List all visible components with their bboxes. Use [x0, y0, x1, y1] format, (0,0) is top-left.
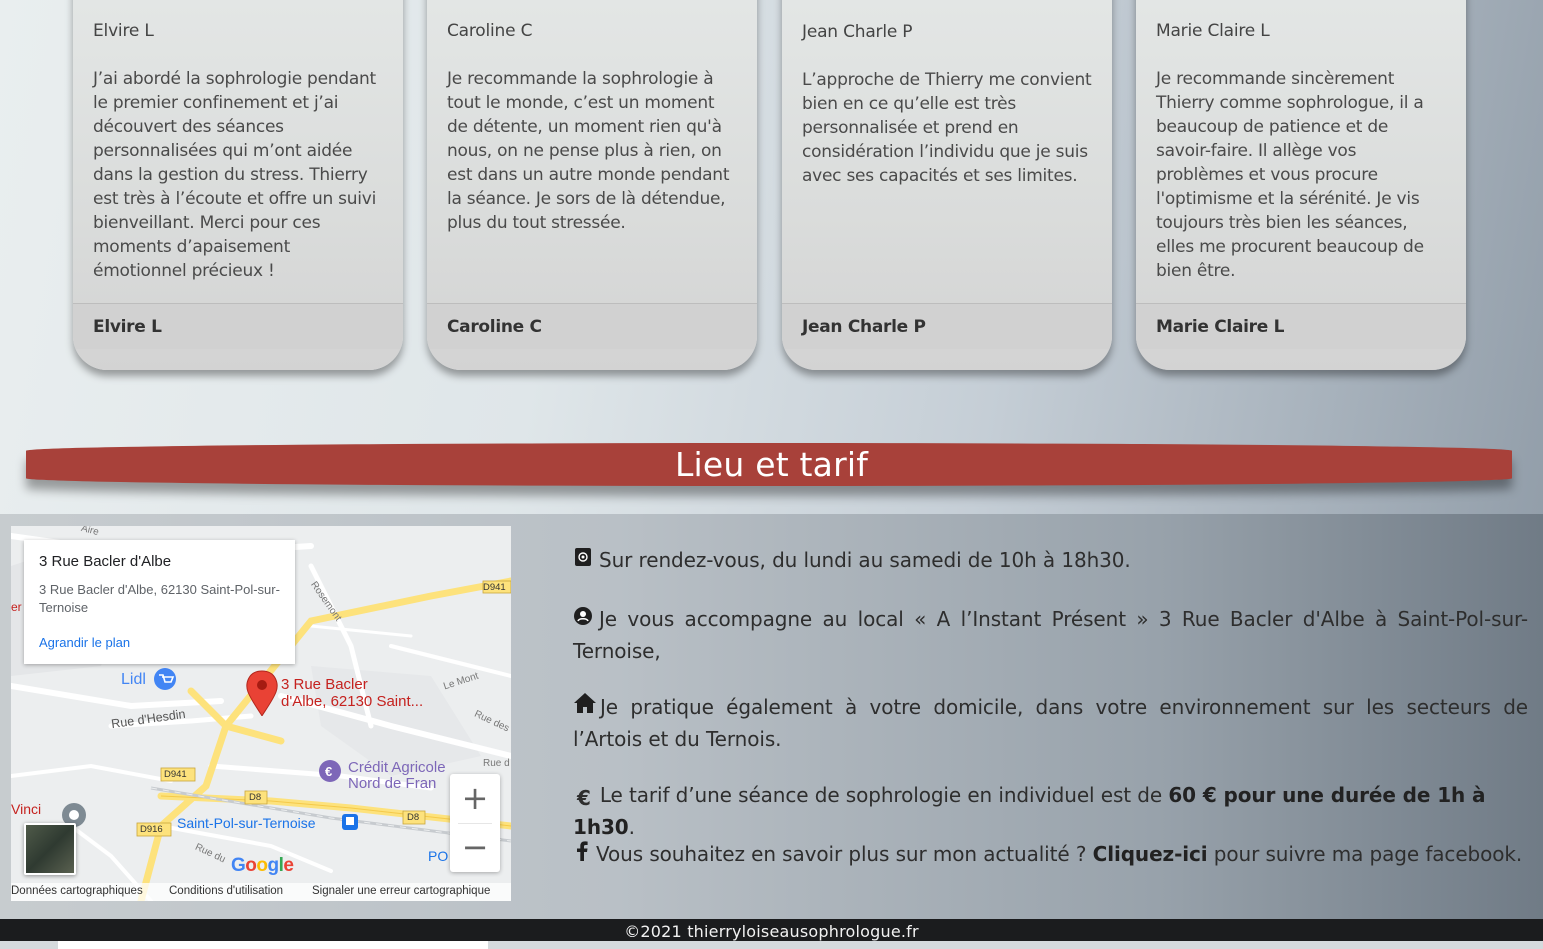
testimonial-card: Elvire L J’ai abordé la sophrologie pend… [73, 0, 403, 370]
testimonial-card: Caroline C Je recommande la sophrologie … [427, 0, 757, 370]
location-section: € D941 D941 D8 D8 D916 Lidl Rue d'Hesdin… [0, 514, 1543, 919]
testimonial-author: Marie Claire L [1156, 317, 1285, 337]
testimonial-footer: Marie Claire L [1136, 303, 1466, 349]
map-poi-label: Vinci [11, 801, 42, 817]
map-marker-line: d'Albe, 62130 Saint... [281, 693, 424, 710]
testimonial-footer: Caroline C [427, 303, 757, 349]
info-price-text: Le tarif d’une séance de sophrologie en … [599, 783, 1169, 807]
section-title: Lieu et tarif [674, 445, 869, 484]
map-road-label: D8 [249, 792, 262, 803]
zoom-in-button[interactable]: + [450, 774, 500, 823]
map-data-link[interactable]: Données cartographiques [11, 885, 143, 897]
map-report-link[interactable]: Signaler une erreur cartographique [312, 885, 490, 897]
map-terms-link[interactable]: Conditions d'utilisation [169, 885, 283, 897]
map-road-label: D941 [483, 582, 506, 593]
testimonial-card: Jean Charle P L’approche de Thierry me c… [782, 0, 1112, 370]
testimonial-author-top: Caroline C [447, 21, 533, 41]
info-facebook-end: pour suivre ma page facebook. [1207, 842, 1523, 866]
testimonial-footer: Elvire L [73, 303, 403, 349]
map-place-label: Saint-Pol-sur-Ternoise [177, 815, 316, 831]
testimonial-author-top: Elvire L [93, 21, 154, 41]
map-info-card: 3 Rue Bacler d'Albe 3 Rue Bacler d'Albe,… [24, 540, 295, 664]
info-home-text: Je pratique également à votre domicile, … [573, 695, 1528, 751]
map-info-title: 3 Rue Bacler d'Albe [39, 553, 172, 570]
testimonial-author-top: Marie Claire L [1156, 21, 1270, 41]
map-marker-line: 3 Rue Bacler [281, 676, 368, 693]
map-marker-label: 3 Rue Bacler d'Albe, 62130 Saint... [281, 676, 423, 710]
testimonial-card: Marie Claire L Je recommande sincèrement… [1136, 0, 1466, 370]
map-road-label: D941 [164, 769, 187, 780]
info-hours: Sur rendez-vous, du lundi au samedi de 1… [573, 545, 1528, 577]
site-footer: ©2021 thierryloiseausophrologue.fr [0, 919, 1543, 941]
info-location: Je vous accompagne au local « A l’Instan… [573, 604, 1528, 666]
info-price: € Le tarif d’une séance de sophrologie en… [573, 780, 1528, 842]
svg-text:€: € [325, 764, 332, 779]
testimonial-author-top: Jean Charle P [802, 22, 913, 42]
page-bottom-panel [58, 941, 488, 949]
google-map[interactable]: € D941 D941 D8 D8 D916 Lidl Rue d'Hesdin… [11, 526, 511, 901]
satellite-toggle-button[interactable] [24, 823, 76, 875]
info-facebook: Vous souhaitez en savoir plus sur mon ac… [573, 839, 1528, 871]
testimonial-author: Jean Charle P [802, 317, 926, 337]
map-poi-line: Crédit Agricole [348, 759, 446, 776]
map-zoom-controls: + − [450, 774, 500, 872]
info-home: Je pratique également à votre domicile, … [573, 692, 1528, 754]
enlarge-map-link[interactable]: Agrandir le plan [39, 635, 130, 650]
info-price-end: . [628, 814, 635, 839]
map-poi-line: Nord de Fran [348, 775, 437, 792]
map-poi-label: PO [428, 848, 449, 864]
testimonial-text: L’approche de Thierry me convient bien e… [802, 70, 1092, 186]
map-info-address: 3 Rue Bacler d'Albe, 62130 Saint-Pol-sur… [39, 582, 280, 615]
map-road-label: D916 [140, 824, 163, 835]
map-footer: Données cartographiques Conditions d'uti… [11, 883, 511, 901]
zoom-out-button[interactable]: − [450, 823, 500, 872]
map-poi-label: er [11, 600, 22, 614]
map-poi-label: Crédit Agricole Nord de Fran [348, 760, 446, 792]
location-pin-icon [573, 604, 593, 634]
info-hours-text: Sur rendez-vous, du lundi au samedi de 1… [599, 548, 1131, 572]
testimonial-footer: Jean Charle P [782, 303, 1112, 349]
email-icon [573, 545, 593, 575]
facebook-link[interactable]: Cliquez-ici [1093, 842, 1208, 866]
facebook-icon [576, 839, 588, 869]
testimonial-author: Caroline C [447, 317, 542, 337]
testimonial-text: Je recommande sincèrement Thierry comme … [1156, 69, 1424, 281]
copyright-text: ©2021 thierryloiseausophrologue.fr [624, 922, 919, 941]
testimonial-author: Elvire L [93, 317, 162, 337]
testimonial-text: Je recommande la sophrologie à tout le m… [447, 69, 730, 233]
info-facebook-text: Vous souhaitez en savoir plus sur mon ac… [596, 842, 1093, 866]
map-street-label: Rue d [483, 758, 510, 769]
google-logo: Google [231, 855, 294, 876]
euro-icon: € [577, 785, 591, 810]
testimonial-text: J’ai abordé la sophrologie pendant le pr… [93, 69, 377, 281]
info-location-text: Je vous accompagne au local « A l’Instan… [573, 607, 1528, 663]
map-poi-label: Lidl [121, 671, 146, 688]
testimonials-section: Elvire L J’ai abordé la sophrologie pend… [0, 0, 1543, 380]
home-icon [573, 692, 597, 722]
map-road-label: D8 [407, 812, 420, 823]
